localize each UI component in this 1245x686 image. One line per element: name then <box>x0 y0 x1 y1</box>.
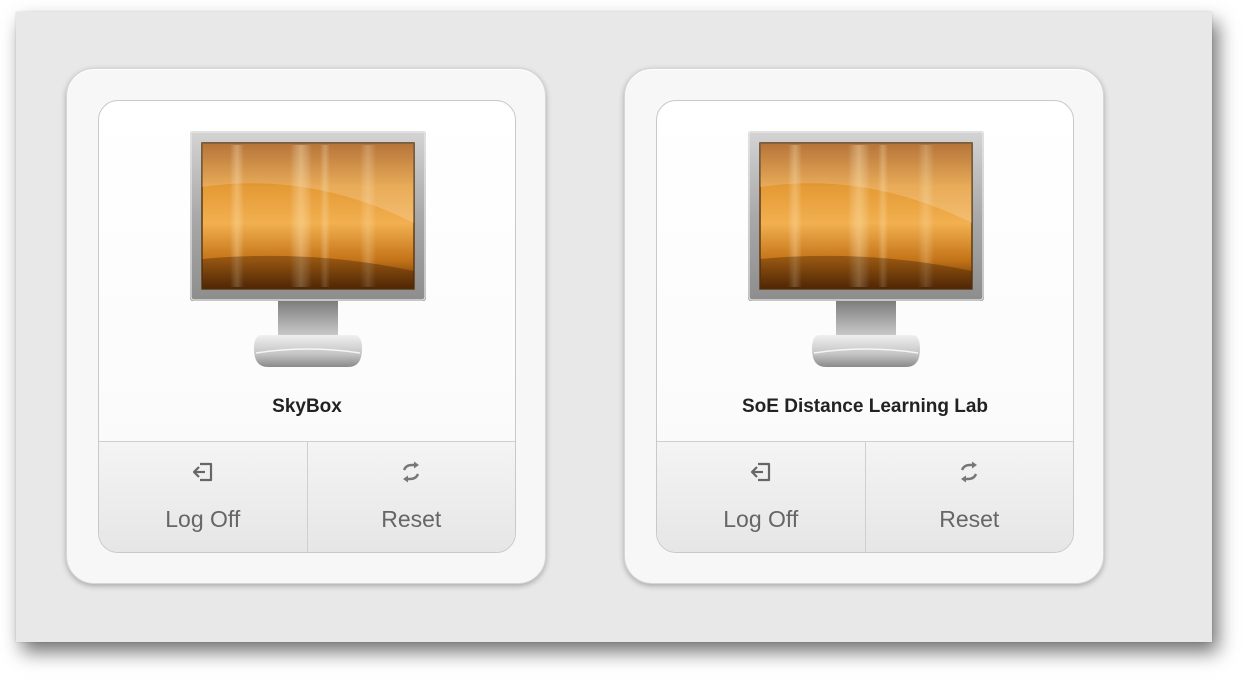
desktop-panel: SkyBox Log Off Reset SoE Distance Learni… <box>16 12 1212 642</box>
log-off-button[interactable]: Log Off <box>657 442 865 552</box>
monitor-icon[interactable] <box>190 131 426 371</box>
desktop-tile-soe-distance-learning-lab: SoE Distance Learning Lab Log Off Reset <box>624 68 1104 584</box>
log-off-icon <box>749 460 773 484</box>
desktop-actions: Log Off Reset <box>657 441 1073 552</box>
log-off-icon <box>191 460 215 484</box>
reset-button[interactable]: Reset <box>306 442 516 552</box>
reset-label: Reset <box>381 506 442 532</box>
reset-button[interactable]: Reset <box>864 442 1074 552</box>
desktop-name[interactable]: SoE Distance Learning Lab <box>657 396 1073 418</box>
reset-icon <box>957 460 981 484</box>
log-off-label: Log Off <box>723 506 799 532</box>
reset-icon <box>399 460 423 484</box>
desktop-tile-skybox: SkyBox Log Off Reset <box>66 68 546 584</box>
desktop-name[interactable]: SkyBox <box>99 396 515 418</box>
desktop-card: SkyBox Log Off Reset <box>98 100 516 553</box>
desktop-card: SoE Distance Learning Lab Log Off Reset <box>656 100 1074 553</box>
log-off-button[interactable]: Log Off <box>99 442 307 552</box>
monitor-icon[interactable] <box>748 131 984 371</box>
reset-label: Reset <box>939 506 1000 532</box>
desktop-actions: Log Off Reset <box>99 441 515 552</box>
log-off-label: Log Off <box>165 506 241 532</box>
